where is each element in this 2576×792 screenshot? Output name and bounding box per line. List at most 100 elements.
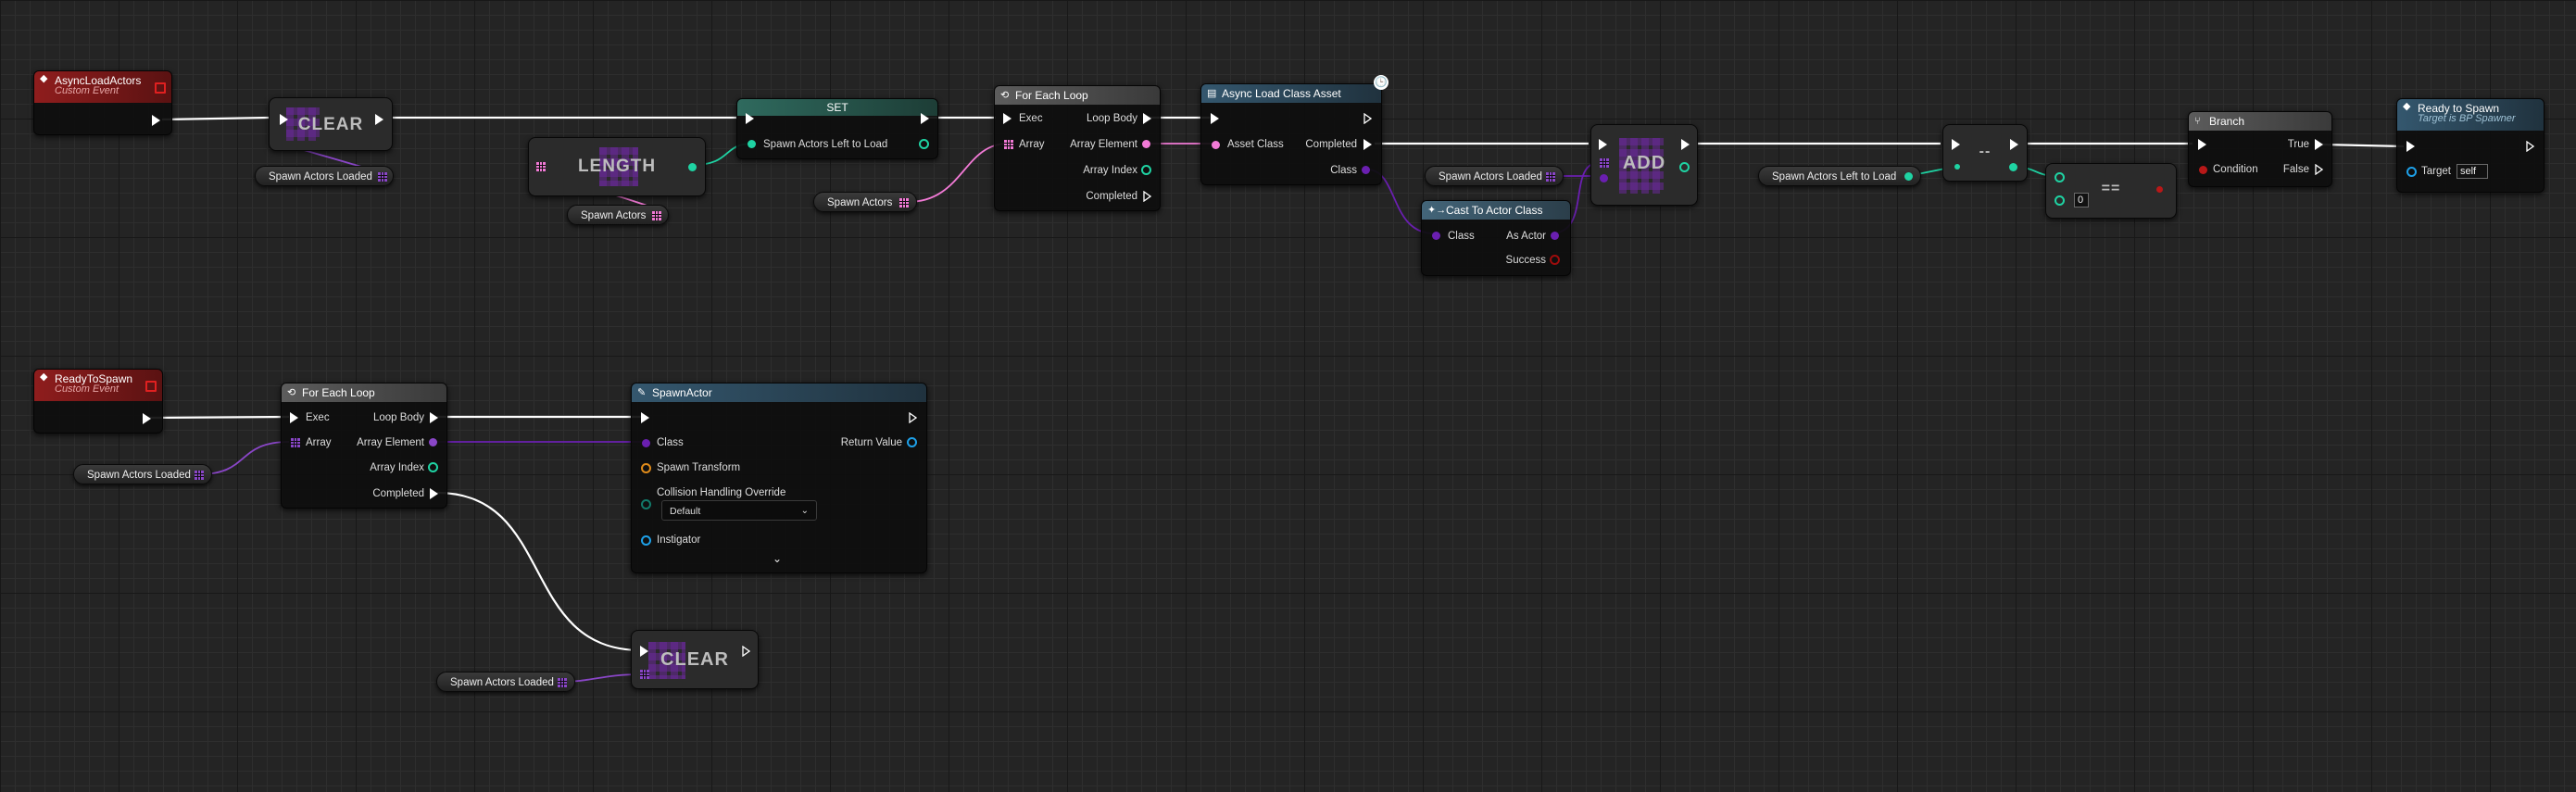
cast-to-actor-class-node[interactable]: ✦→ Cast To Actor Class Class As Actor Su… [1421, 200, 1571, 276]
for-each-loop-node[interactable]: ⟲ For Each Loop Exec Array Loop Body Arr… [281, 383, 447, 509]
exec-out-pin[interactable] [430, 412, 438, 423]
int-out-pin[interactable] [428, 462, 438, 472]
array-in-pin[interactable] [1600, 158, 1609, 168]
enum-in-pin[interactable] [641, 499, 651, 509]
exec-out-pin[interactable] [1363, 139, 1372, 150]
exec-out-pin[interactable] [430, 488, 438, 499]
exec-out-pin[interactable] [2526, 141, 2534, 152]
exec-out-pin-false[interactable] [2315, 164, 2323, 175]
exec-out-pin[interactable] [143, 413, 151, 424]
exec-out-pin[interactable] [1363, 113, 1372, 124]
variable-spawn-actors-loaded[interactable]: Spawn Actors Loaded [1425, 166, 1564, 186]
exec-out-pin-true[interactable] [2315, 139, 2323, 150]
expand-chevron-icon[interactable]: ⌄ [773, 552, 782, 565]
ready-to-spawn-call-node[interactable]: ◆ Ready to Spawn Target is BP Spawner Ta… [2396, 98, 2545, 193]
exec-out-pin[interactable] [1143, 191, 1151, 202]
target-self-field[interactable]: self [2457, 164, 2488, 179]
for-each-loop-node[interactable]: ⟲ For Each Loop Exec Array Loop Body Arr… [994, 85, 1161, 211]
array-grid-icon[interactable] [899, 198, 909, 207]
array-in-pin[interactable] [640, 670, 649, 679]
variable-spawn-actors[interactable]: Spawn Actors [567, 205, 669, 225]
exec-out-pin[interactable] [375, 114, 383, 125]
class-in-pin[interactable] [1432, 232, 1440, 240]
int-out-pin[interactable] [919, 139, 929, 149]
bool-out-pin[interactable] [2156, 186, 2163, 193]
target-in-pin[interactable] [2406, 167, 2417, 177]
exec-in-pin[interactable] [2198, 139, 2206, 150]
equal-node[interactable]: 0 == [2045, 163, 2177, 219]
delegate-pin[interactable] [145, 381, 157, 392]
exec-in-pin[interactable] [1599, 139, 1607, 150]
exec-out-pin[interactable] [1143, 113, 1151, 124]
exec-out-pin[interactable] [909, 412, 917, 423]
pin-label: Condition [2213, 164, 2258, 175]
variable-spawn-actors-loaded[interactable]: Spawn Actors Loaded [436, 672, 575, 692]
pin-label: Completed [372, 488, 424, 499]
decrement-node[interactable]: -- [1942, 124, 2028, 182]
int-in-pin[interactable] [748, 140, 756, 148]
event-node-async-load-actors[interactable]: ◆ AsyncLoadActors Custom Event [33, 70, 172, 135]
variable-spawn-actors[interactable]: Spawn Actors [813, 192, 917, 212]
array-grid-icon[interactable] [195, 471, 204, 480]
exec-in-pin[interactable] [290, 412, 298, 423]
event-node-ready-to-spawn[interactable]: ◆ ReadyToSpawn Custom Event [33, 369, 163, 434]
exec-out-pin[interactable] [742, 646, 750, 657]
clear-array-node[interactable]: CLEAR [269, 97, 393, 151]
exec-in-pin[interactable] [746, 113, 754, 124]
array-in-pin[interactable] [1004, 140, 1013, 149]
variable-spawn-actors-loaded[interactable]: Spawn Actors Loaded [255, 166, 394, 186]
clear-array-node[interactable]: CLEAR [631, 630, 759, 689]
element-out-pin[interactable] [1142, 140, 1150, 148]
int-out-pin[interactable] [1679, 162, 1690, 172]
exec-in-pin[interactable] [280, 114, 288, 125]
return-value-out-pin[interactable] [907, 437, 917, 447]
spawn-actor-node[interactable]: ✎ SpawnActor Class Return Value Spawn Tr… [631, 383, 927, 573]
transform-in-pin[interactable] [641, 463, 651, 473]
array-in-pin[interactable] [536, 162, 546, 171]
variable-spawn-actors-left-to-load[interactable]: Spawn Actors Left to Load [1758, 166, 1921, 186]
exec-in-pin[interactable] [1003, 113, 1012, 124]
async-load-class-asset-node[interactable]: ▤ Async Load Class Asset Asset Class Com… [1200, 83, 1382, 185]
int-in-pin[interactable] [1954, 164, 1960, 170]
exec-out-pin[interactable] [1681, 139, 1690, 150]
instigator-in-pin[interactable] [641, 535, 651, 546]
int-out-pin[interactable] [1141, 165, 1151, 175]
set-node[interactable]: SET Spawn Actors Left to Load [736, 98, 938, 159]
array-in-pin[interactable] [291, 438, 300, 447]
length-node[interactable]: LENGTH [528, 137, 706, 196]
add-array-node[interactable]: ADD [1590, 124, 1698, 206]
exec-in-pin[interactable] [1211, 113, 1219, 124]
pin-label: Collision Handling Override [657, 487, 786, 498]
class-out-pin[interactable] [1551, 232, 1559, 240]
exec-out-pin[interactable] [921, 113, 929, 124]
class-in-pin[interactable] [642, 439, 650, 447]
exec-in-pin[interactable] [640, 646, 648, 657]
int-out-pin[interactable] [688, 163, 697, 171]
exec-out-pin[interactable] [2010, 139, 2018, 150]
dropdown-value: Default [670, 506, 701, 517]
element-out-pin[interactable] [429, 438, 437, 446]
class-out-pin[interactable] [1362, 166, 1370, 174]
delegate-pin[interactable] [155, 82, 166, 94]
cast-arrows-icon: ✦→ [1427, 205, 1447, 216]
blueprint-graph-canvas[interactable]: ◆ AsyncLoadActors Custom Event CLEAR Spa… [0, 0, 2576, 792]
variable-spawn-actors-loaded[interactable]: Spawn Actors Loaded [73, 464, 212, 484]
array-grid-icon[interactable] [1546, 172, 1555, 182]
pin-label: Instigator [657, 534, 701, 546]
bool-out-pin[interactable] [1550, 255, 1560, 265]
array-grid-icon[interactable] [652, 211, 661, 220]
soft-class-in-pin[interactable] [1212, 141, 1220, 149]
exec-in-pin[interactable] [1952, 139, 1960, 150]
bool-in-pin[interactable] [2199, 166, 2207, 174]
array-grid-icon[interactable] [558, 678, 567, 687]
class-in-pin[interactable] [1600, 174, 1608, 182]
exec-in-pin[interactable] [641, 412, 649, 423]
array-grid-icon[interactable] [378, 172, 387, 182]
exec-in-pin[interactable] [2406, 141, 2415, 152]
branch-node[interactable]: ⑂ Branch Condition True False [2188, 111, 2332, 187]
collision-handling-dropdown[interactable]: Default ⌄ [661, 500, 817, 521]
exec-out-pin[interactable] [152, 115, 160, 126]
int-out-pin[interactable] [2009, 163, 2017, 171]
int-out-pin[interactable] [1904, 172, 1913, 181]
variable-label: Spawn Actors Left to Load [1772, 171, 1897, 182]
